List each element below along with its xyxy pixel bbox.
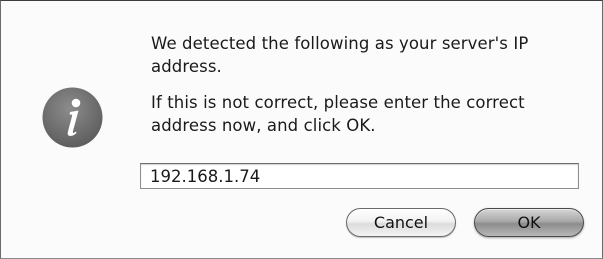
message-instruction-text: If this is not correct, please enter the… [151, 93, 525, 135]
message-detected-text: We detected the following as your server… [151, 34, 529, 76]
ok-button[interactable]: OK [474, 208, 584, 237]
info-icon [42, 87, 103, 148]
dialog-window: We detected the following as your server… [0, 0, 603, 259]
ip-address-input[interactable] [140, 163, 579, 189]
ok-button-label: OK [517, 213, 541, 232]
cancel-button-label: Cancel [373, 213, 429, 232]
cancel-button[interactable]: Cancel [346, 208, 456, 237]
dialog-message: We detected the following as your server… [151, 32, 571, 137]
